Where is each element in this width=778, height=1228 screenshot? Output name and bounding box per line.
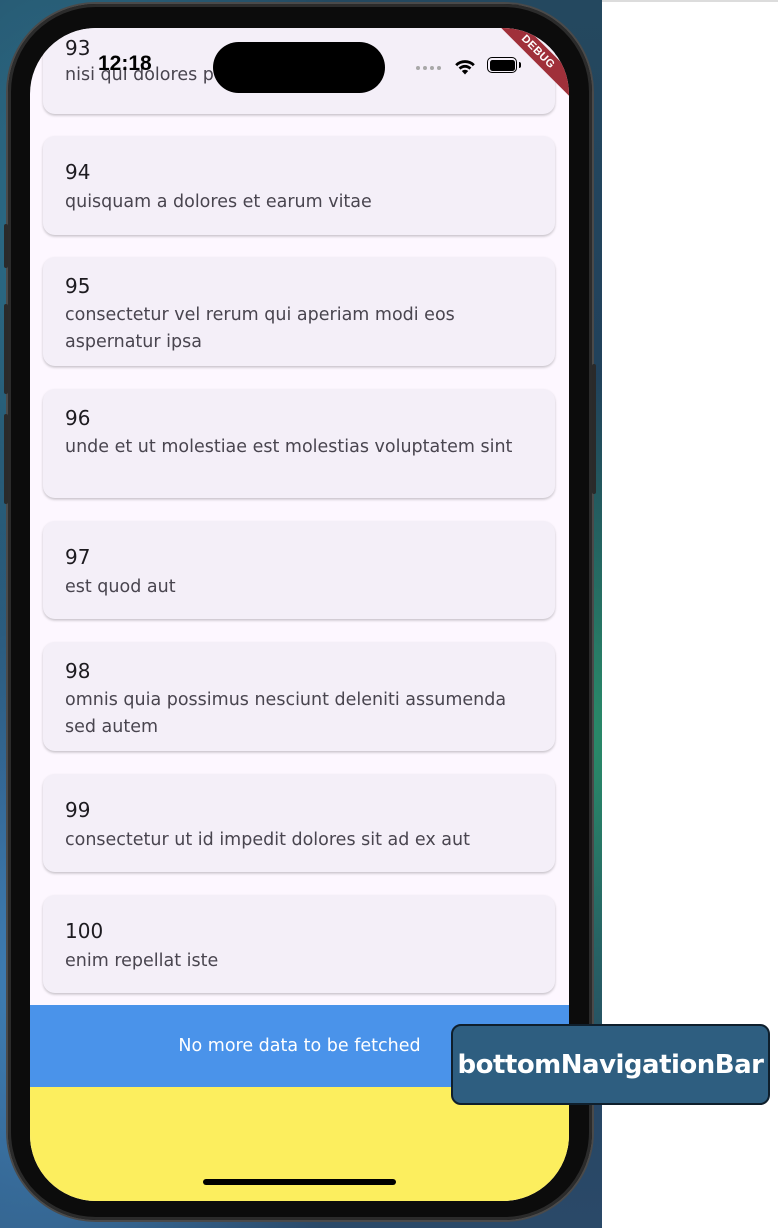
item-number: 100 [65, 919, 104, 943]
item-number: 99 [65, 798, 91, 822]
no-more-data-text: No more data to be fetched [178, 1036, 421, 1056]
list-item[interactable]: 100 enim repellat iste [43, 895, 555, 993]
item-body: unde et ut molestiae est molestias volup… [65, 437, 513, 457]
item-number: 95 [65, 274, 91, 298]
list-item[interactable]: 95 consectetur vel rerum qui aperiam mod… [43, 257, 555, 366]
item-body: consectetur ut id impedit dolores sit ad… [65, 830, 470, 850]
home-indicator[interactable] [203, 1179, 396, 1185]
list-item[interactable]: 99 consectetur ut id impedit dolores sit… [43, 774, 555, 872]
callout-label: bottomNavigationBar [457, 1049, 764, 1080]
bottom-navigation-bar-callout: bottomNavigationBar [451, 1024, 770, 1105]
action-button [4, 224, 8, 268]
volume-down-button [4, 414, 8, 504]
item-body: consectetur vel rerum qui aperiam modi e… [65, 305, 455, 352]
item-body: omnis quia possimus nesciunt deleniti as… [65, 690, 507, 737]
signal-dots-icon [416, 66, 441, 70]
list-item[interactable]: 97 est quod aut [43, 521, 555, 619]
item-body: enim repellat iste [65, 951, 219, 971]
list-item[interactable]: 96 unde et ut molestiae est molestias vo… [43, 389, 555, 498]
item-number: 94 [65, 160, 91, 184]
dynamic-island [213, 42, 385, 93]
power-button [592, 364, 596, 494]
item-body: quisquam a dolores et earum vitae [65, 192, 372, 212]
list-item[interactable]: 94 quisquam a dolores et earum vitae [43, 136, 555, 235]
debug-banner: DEBUG [485, 28, 569, 105]
status-time: 12:18 [98, 52, 152, 75]
item-body: est quod aut [65, 577, 176, 597]
item-number: 98 [65, 659, 91, 683]
list-item[interactable]: 98 omnis quia possimus nesciunt deleniti… [43, 642, 555, 751]
window-edge [602, 0, 778, 2]
debug-banner-area: DEBUG [469, 28, 569, 128]
item-number: 96 [65, 406, 91, 430]
volume-up-button [4, 304, 8, 394]
item-number: 97 [65, 545, 91, 569]
